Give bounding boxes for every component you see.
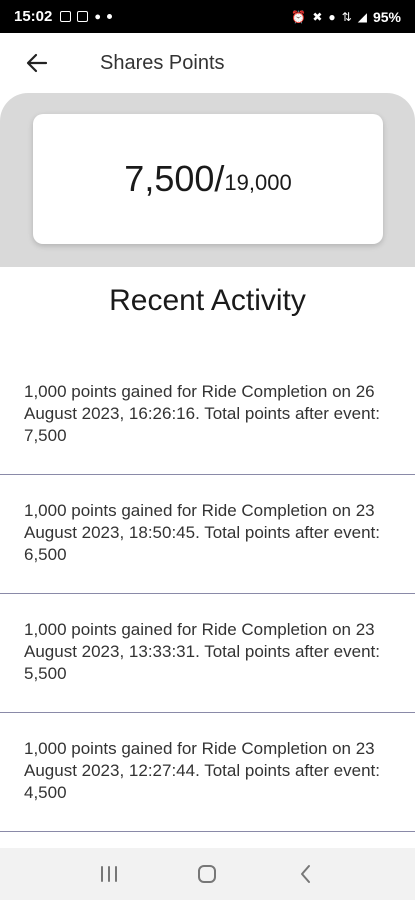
- activity-item: 1,000 points gained for Ride Completion …: [0, 713, 415, 832]
- recent-apps-button[interactable]: [85, 854, 133, 894]
- points-separator: /: [214, 158, 225, 199]
- activity-text: 1,000 points gained for Ride Completion …: [24, 620, 380, 683]
- location-icon: ●: [328, 9, 336, 24]
- activity-item: 1,000 points gained for Ride Completion …: [0, 594, 415, 713]
- activity-text: 1,000 points gained for Ride Completion …: [24, 382, 380, 445]
- page-title: Shares Points: [100, 51, 225, 74]
- recent-apps-icon: [101, 866, 118, 882]
- back-nav-button[interactable]: [282, 854, 330, 894]
- points-card: 7,500 / 19,000: [33, 114, 383, 244]
- app-header: Shares Points: [0, 33, 415, 93]
- points-panel: 7,500 / 19,000: [0, 93, 415, 267]
- recent-activity-title: Recent Activity: [109, 284, 306, 317]
- b-app-icon: [77, 11, 89, 22]
- activity-item: 1,000 points gained for Ride Completion …: [0, 475, 415, 594]
- activity-text: 1,000 points gained for Ride Completion …: [24, 739, 380, 802]
- signal-icon: ◢: [357, 9, 367, 24]
- status-time: 15:02: [14, 8, 53, 25]
- dot-icon: [107, 14, 113, 19]
- home-button[interactable]: [183, 854, 231, 894]
- status-bar: 15:02 ● ⏰ ✖ ● ⇅ ◢ 95%: [0, 0, 415, 33]
- back-button[interactable]: [0, 33, 74, 93]
- data-icon: ⇅: [341, 9, 352, 24]
- arrow-left-icon: [26, 53, 48, 73]
- system-nav-bar: [0, 848, 415, 900]
- home-icon: [198, 865, 217, 883]
- mute-icon: ✖: [312, 9, 323, 24]
- bulb-icon: ●: [94, 10, 102, 23]
- back-nav-icon: [300, 865, 310, 883]
- alarm-icon: ⏰: [291, 9, 307, 24]
- battery-level: 95%: [372, 8, 401, 25]
- points-total: 19,000: [224, 170, 292, 195]
- points-current: 7,500: [124, 158, 215, 199]
- activity-list: 1,000 points gained for Ride Completion …: [0, 356, 415, 832]
- gallery-icon: [60, 11, 72, 22]
- activity-text: 1,000 points gained for Ride Completion …: [24, 501, 380, 564]
- activity-item: 1,000 points gained for Ride Completion …: [0, 356, 415, 475]
